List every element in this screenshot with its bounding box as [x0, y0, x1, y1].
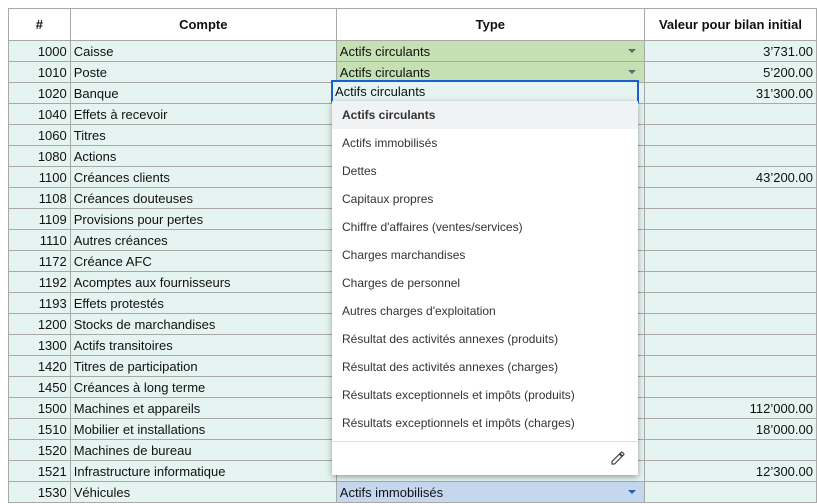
- account-number[interactable]: 1010: [8, 61, 71, 83]
- dropdown-arrow-icon[interactable]: [627, 49, 636, 53]
- account-name[interactable]: Banque: [69, 82, 337, 104]
- type-cell-editor[interactable]: Actifs circulants: [331, 80, 639, 103]
- account-number[interactable]: 1450: [8, 376, 71, 398]
- account-number[interactable]: 1510: [8, 418, 71, 440]
- initial-value[interactable]: [643, 124, 817, 146]
- initial-value[interactable]: 18’000.00: [643, 418, 817, 440]
- account-name[interactable]: Actions: [69, 145, 337, 167]
- account-number[interactable]: 1300: [8, 334, 71, 356]
- account-number[interactable]: 1172: [8, 250, 71, 272]
- initial-value[interactable]: [643, 313, 817, 335]
- account-number[interactable]: 1109: [8, 208, 71, 230]
- table-row: 1530 Véhicules Actifs immobilisés: [8, 481, 817, 503]
- account-number[interactable]: 1521: [8, 460, 71, 482]
- type-cell[interactable]: Actifs immobilisés: [335, 481, 645, 503]
- account-name[interactable]: Titres de participation: [69, 355, 337, 377]
- account-name[interactable]: Infrastructure informatique: [69, 460, 337, 482]
- account-name[interactable]: Créance AFC: [69, 250, 337, 272]
- account-name[interactable]: Stocks de marchandises: [69, 313, 337, 335]
- account-name[interactable]: Machines et appareils: [69, 397, 337, 419]
- account-name[interactable]: Effets à recevoir: [69, 103, 337, 125]
- account-name[interactable]: Véhicules: [69, 481, 337, 503]
- account-name[interactable]: Machines de bureau: [69, 439, 337, 461]
- dropdown-option[interactable]: Dettes: [332, 157, 638, 185]
- account-number[interactable]: 1000: [8, 40, 71, 62]
- header-type[interactable]: Type: [335, 8, 645, 41]
- table-row: 1000 Caisse Actifs circulants 3’731.00: [8, 40, 817, 62]
- header-account[interactable]: Compte: [69, 8, 337, 41]
- initial-value[interactable]: [643, 376, 817, 398]
- dropdown-option[interactable]: Autres charges d'exploitation: [332, 297, 638, 325]
- initial-value[interactable]: 31’300.00: [643, 82, 817, 104]
- account-number[interactable]: 1192: [8, 271, 71, 293]
- initial-value[interactable]: [643, 292, 817, 314]
- account-name[interactable]: Créances à long terme: [69, 376, 337, 398]
- header-num[interactable]: #: [8, 8, 71, 41]
- type-cell[interactable]: Actifs circulants: [335, 40, 645, 62]
- dropdown-option[interactable]: Actifs immobilisés: [332, 129, 638, 157]
- account-number[interactable]: 1110: [8, 229, 71, 251]
- type-value: Actifs immobilisés: [339, 484, 444, 500]
- initial-value[interactable]: [643, 334, 817, 356]
- initial-value[interactable]: [643, 187, 817, 209]
- initial-value[interactable]: 5’200.00: [643, 61, 817, 83]
- dropdown-option[interactable]: Charges marchandises: [332, 241, 638, 269]
- account-name[interactable]: Créances clients: [69, 166, 337, 188]
- dropdown-option[interactable]: Chiffre d'affaires (ventes/services): [332, 213, 638, 241]
- initial-value[interactable]: [643, 145, 817, 167]
- dropdown-option[interactable]: Résultats exceptionnels et impôts (charg…: [332, 409, 638, 437]
- account-name[interactable]: Actifs transitoires: [69, 334, 337, 356]
- dropdown-option[interactable]: Capitaux propres: [332, 185, 638, 213]
- account-number[interactable]: 1193: [8, 292, 71, 314]
- account-number[interactable]: 1040: [8, 103, 71, 125]
- account-name[interactable]: Mobilier et installations: [69, 418, 337, 440]
- account-number[interactable]: 1200: [8, 313, 71, 335]
- account-name[interactable]: Effets protestés: [69, 292, 337, 314]
- account-number[interactable]: 1080: [8, 145, 71, 167]
- edit-pencil-icon[interactable]: [610, 450, 626, 466]
- account-name[interactable]: Autres créances: [69, 229, 337, 251]
- account-number[interactable]: 1520: [8, 439, 71, 461]
- dropdown-option[interactable]: Résultats exceptionnels et impôts (produ…: [332, 381, 638, 409]
- account-name[interactable]: Titres: [69, 124, 337, 146]
- account-number[interactable]: 1500: [8, 397, 71, 419]
- initial-value[interactable]: [643, 271, 817, 293]
- type-dropdown-menu: Actifs circulants Actifs immobilisés Dette…: [332, 101, 638, 475]
- account-number[interactable]: 1020: [8, 82, 71, 104]
- dropdown-option[interactable]: Actifs circulants: [332, 101, 638, 129]
- initial-value[interactable]: [643, 439, 817, 461]
- account-name[interactable]: Poste: [69, 61, 337, 83]
- dropdown-option[interactable]: Charges de personnel: [332, 269, 638, 297]
- account-number[interactable]: 1530: [8, 481, 71, 503]
- initial-value[interactable]: 3’731.00: [643, 40, 817, 62]
- initial-value[interactable]: 43’200.00: [643, 166, 817, 188]
- dropdown-option[interactable]: Résultat des activités annexes (charges): [332, 353, 638, 381]
- initial-value[interactable]: 112’000.00: [643, 397, 817, 419]
- account-name[interactable]: Créances douteuses: [69, 187, 337, 209]
- header-value[interactable]: Valeur pour bilan initial: [643, 8, 817, 41]
- account-number[interactable]: 1420: [8, 355, 71, 377]
- type-value: Actifs circulants: [339, 43, 431, 59]
- account-number[interactable]: 1100: [8, 166, 71, 188]
- initial-value[interactable]: [643, 250, 817, 272]
- dropdown-arrow-icon[interactable]: [627, 490, 636, 494]
- dropdown-arrow-icon[interactable]: [627, 70, 636, 74]
- account-name[interactable]: Caisse: [69, 40, 337, 62]
- initial-value[interactable]: [643, 208, 817, 230]
- type-value: Actifs circulants: [339, 64, 431, 80]
- account-number[interactable]: 1060: [8, 124, 71, 146]
- initial-value[interactable]: [643, 103, 817, 125]
- initial-value[interactable]: [643, 481, 817, 503]
- initial-value[interactable]: 12’300.00: [643, 460, 817, 482]
- account-number[interactable]: 1108: [8, 187, 71, 209]
- initial-value[interactable]: [643, 355, 817, 377]
- dropdown-option[interactable]: Résultat des activités annexes (produits…: [332, 325, 638, 353]
- menu-divider: [332, 441, 638, 442]
- account-name[interactable]: Acomptes aux fournisseurs: [69, 271, 337, 293]
- initial-value[interactable]: [643, 229, 817, 251]
- account-name[interactable]: Provisions pour pertes: [69, 208, 337, 230]
